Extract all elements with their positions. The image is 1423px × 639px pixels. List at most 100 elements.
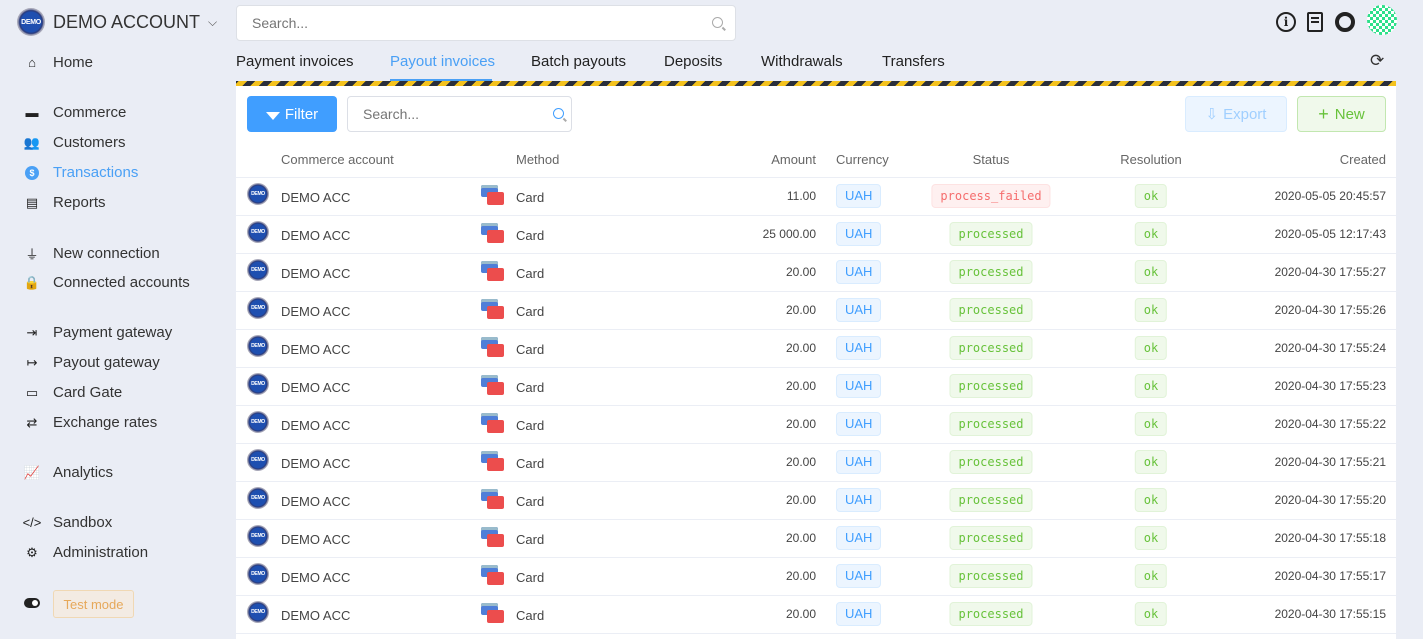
table-row[interactable]: DEMO DEMO ACC Card 20.00 UAH processed o… — [236, 482, 1396, 520]
global-search-input[interactable] — [236, 5, 736, 41]
sidebar-item-new-connection[interactable]: ⏚ New connection — [22, 244, 159, 263]
sidebar-item-connected-accounts[interactable]: 🔒 Connected accounts — [22, 274, 190, 291]
content-panel: Filter ⇩Export + New Commerce account Met… — [236, 86, 1396, 639]
sidebar-item-payment-gateway[interactable]: ⇥ Payment gateway — [22, 324, 173, 341]
info-icon[interactable]: i — [1276, 12, 1296, 32]
col-header-resolution[interactable]: Resolution — [1120, 152, 1181, 167]
sidebar-item-label: Administration — [53, 544, 149, 561]
new-button[interactable]: + New — [1297, 96, 1386, 132]
refresh-icon[interactable]: ⟳ — [1370, 51, 1384, 71]
sidebar-item-payout-gateway[interactable]: ↦ Payout gateway — [22, 354, 160, 371]
sidebar-item-commerce[interactable]: ▬ Commerce — [22, 104, 127, 121]
resolution-badge: ok — [1134, 526, 1168, 550]
col-header-currency[interactable]: Currency — [836, 152, 889, 167]
sidebar-item-transactions[interactable]: $ Transactions — [22, 164, 138, 181]
sidebar-item-label: Connected accounts — [53, 274, 190, 291]
currency-badge: UAH — [836, 602, 882, 626]
currency-badge: UAH — [836, 526, 882, 550]
user-avatar[interactable] — [1367, 5, 1397, 35]
tab-deposits[interactable]: Deposits — [664, 53, 722, 70]
cell-amount: 20.00 — [785, 417, 816, 431]
table-row[interactable]: DEMO DEMO ACC Card 20.00 UAH processed o… — [236, 444, 1396, 482]
cell-created: 2020-04-30 17:55:26 — [1274, 303, 1386, 317]
tab-payout-invoices[interactable]: Payout invoices — [390, 53, 495, 70]
cell-method: Card — [516, 304, 545, 319]
sidebar-item-label: Commerce — [53, 104, 127, 121]
sidebar-item-administration[interactable]: ⚙ Administration — [22, 544, 148, 561]
sidebar-item-card-gate[interactable]: ▭ Card Gate — [22, 384, 122, 401]
credit-card-icon — [481, 527, 505, 549]
cell-amount: 20.00 — [785, 569, 816, 583]
sidebar-item-analytics[interactable]: 📈 Analytics — [22, 464, 113, 481]
test-mode-toggle[interactable] — [24, 598, 40, 608]
resolution-badge: ok — [1134, 602, 1168, 626]
filter-button[interactable]: Filter — [247, 96, 337, 132]
filter-icon — [265, 112, 280, 120]
download-icon: ⇩ — [1205, 106, 1219, 123]
table-search-input[interactable] — [347, 96, 572, 132]
dollar-icon: $ — [25, 165, 39, 180]
credit-card-icon — [481, 603, 505, 625]
currency-badge: UAH — [836, 222, 882, 246]
test-mode-badge: Test mode — [53, 590, 134, 618]
life-ring-icon[interactable] — [1335, 12, 1355, 32]
tab-batch-payouts[interactable]: Batch payouts — [531, 53, 626, 70]
table-row[interactable]: DEMO DEMO ACC Card 20.00 UAH processed o… — [236, 368, 1396, 406]
col-header-commerce-account[interactable]: Commerce account — [281, 152, 394, 167]
table-row[interactable]: DEMO DEMO ACC Card 11.00 UAH process_fai… — [236, 178, 1396, 216]
col-header-created[interactable]: Created — [1340, 152, 1386, 167]
status-badge: processed — [949, 526, 1033, 550]
sidebar-item-home[interactable]: ⌂ Home — [22, 54, 93, 71]
tab-withdrawals[interactable]: Withdrawals — [761, 53, 843, 70]
sidebar-item-label: Payout gateway — [53, 354, 160, 371]
table-row[interactable]: DEMO DEMO ACC Card 20.00 UAH processed o… — [236, 406, 1396, 444]
table-row[interactable]: DEMO DEMO ACC Card 20.00 UAH processed o… — [236, 558, 1396, 596]
table-row[interactable]: DEMO DEMO ACC Card 20.00 UAH processed o… — [236, 254, 1396, 292]
users-icon: 👥 — [23, 134, 41, 150]
resolution-badge: ok — [1134, 222, 1168, 246]
table-row[interactable]: DEMO DEMO ACC Card 20.00 UAH processed o… — [236, 330, 1396, 368]
new-label: New — [1334, 105, 1365, 123]
tab-payment-invoices[interactable]: Payment invoices — [236, 53, 354, 70]
credit-card-icon — [481, 451, 505, 473]
col-header-amount[interactable]: Amount — [771, 152, 816, 167]
col-header-method[interactable]: Method — [516, 152, 559, 167]
col-header-status[interactable]: Status — [973, 152, 1010, 167]
status-badge: processed — [949, 374, 1033, 398]
account-logo: DEMO — [247, 335, 269, 357]
sidebar-item-customers[interactable]: 👥 Customers — [22, 134, 126, 151]
cell-created: 2020-04-30 17:55:23 — [1274, 379, 1386, 393]
cell-method: Card — [516, 418, 545, 433]
credit-card-icon — [481, 223, 505, 245]
sidebar-item-label: Transactions — [53, 164, 139, 181]
table-row[interactable]: DEMO DEMO ACC Card 25 000.00 UAH process… — [236, 216, 1396, 254]
cell-amount: 20.00 — [785, 607, 816, 621]
retweet-icon: ⇄ — [26, 414, 38, 430]
resolution-badge: ok — [1134, 298, 1168, 322]
cell-amount: 25 000.00 — [762, 227, 816, 241]
account-logo: DEMO — [247, 601, 269, 623]
sidebar-item-reports[interactable]: ▤ Reports — [22, 194, 106, 211]
search-icon — [553, 108, 564, 119]
cell-created: 2020-04-30 17:55:15 — [1274, 607, 1386, 621]
cell-account: DEMO ACC — [281, 494, 351, 509]
cell-method: Card — [516, 570, 545, 585]
tab-transfers[interactable]: Transfers — [882, 53, 945, 70]
sidebar-item-label: Sandbox — [53, 514, 113, 531]
status-badge: processed — [949, 564, 1033, 588]
table-row[interactable]: DEMO DEMO ACC Card 20.00 UAH processed o… — [236, 292, 1396, 330]
account-switcher[interactable]: DEMO DEMO ACCOUNT ⌵ — [17, 8, 217, 36]
sidebar-item-sandbox[interactable]: </> Sandbox — [22, 514, 113, 531]
status-badge: processed — [949, 450, 1033, 474]
currency-badge: UAH — [836, 298, 882, 322]
cell-account: DEMO ACC — [281, 380, 351, 395]
sidebar-item-label: Payment gateway — [53, 324, 173, 341]
table-row[interactable]: DEMO DEMO ACC Card 20.00 UAH processed o… — [236, 596, 1396, 634]
sidebar-item-exchange-rates[interactable]: ⇄ Exchange rates — [22, 414, 158, 431]
sign-in-icon: ⇥ — [26, 324, 38, 340]
cell-method: Card — [516, 532, 545, 547]
export-button[interactable]: ⇩ Export — [1185, 96, 1287, 132]
cell-created: 2020-04-30 17:55:24 — [1274, 341, 1386, 355]
table-row[interactable]: DEMO DEMO ACC Card 20.00 UAH processed o… — [236, 520, 1396, 558]
book-icon[interactable] — [1307, 12, 1323, 32]
